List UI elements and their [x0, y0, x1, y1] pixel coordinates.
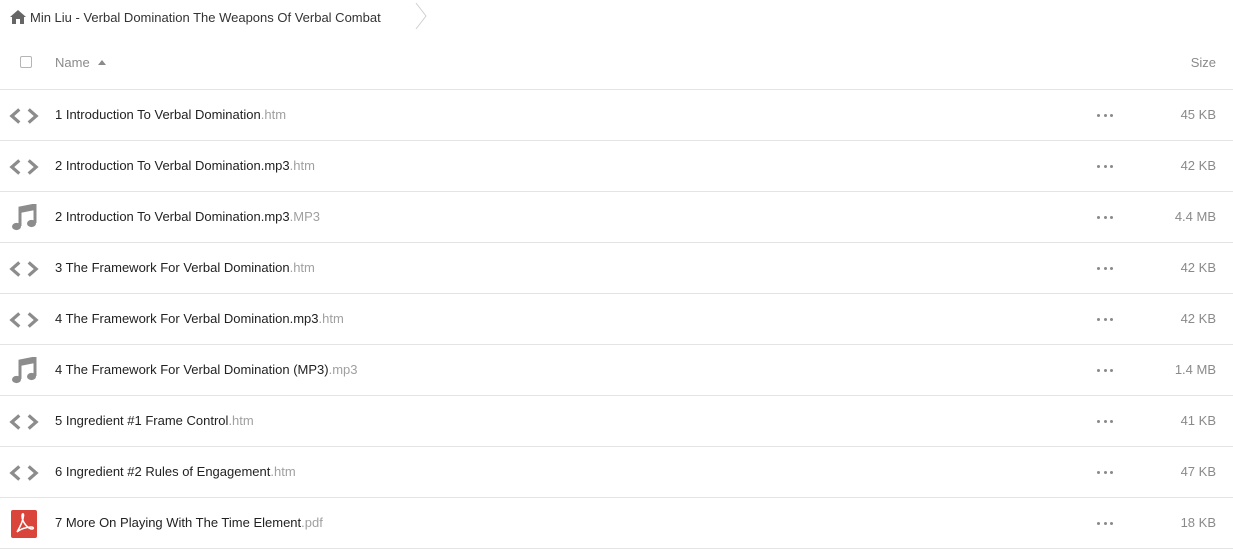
code-icon [9, 153, 39, 181]
file-extension: .htm [260, 107, 287, 122]
file-list-header: Name Size [0, 34, 1233, 90]
code-icon [9, 255, 39, 283]
more-actions-icon[interactable] [1097, 214, 1113, 220]
music-icon [9, 357, 39, 385]
code-icon [9, 459, 39, 487]
breadcrumb-title[interactable]: Min Liu - Verbal Domination The Weapons … [30, 10, 381, 25]
code-icon [9, 408, 39, 436]
file-basename: 2 Introduction To Verbal Domination.mp3 [55, 209, 290, 224]
file-extension: .MP3 [289, 209, 320, 224]
file-name[interactable]: 3 The Framework For Verbal Domination.ht… [55, 260, 315, 275]
file-extension: .mp3 [328, 362, 358, 377]
file-size: 42 KB [1180, 311, 1216, 326]
file-extension: .htm [270, 464, 296, 479]
file-basename: 1 Introduction To Verbal Domination [55, 107, 261, 122]
home-icon[interactable] [10, 10, 26, 24]
file-size: 47 KB [1180, 464, 1216, 479]
file-row[interactable]: 2 Introduction To Verbal Domination.mp3.… [0, 192, 1233, 243]
file-basename: 2 Introduction To Verbal Domination.mp3 [55, 158, 290, 173]
file-name[interactable]: 7 More On Playing With The Time Element.… [55, 515, 323, 530]
file-name[interactable]: 2 Introduction To Verbal Domination.mp3.… [55, 209, 320, 224]
file-basename: 3 The Framework For Verbal Domination [55, 260, 290, 275]
file-name[interactable]: 5 Ingredient #1 Frame Control.htm [55, 413, 254, 428]
code-icon [9, 102, 39, 130]
more-actions-icon[interactable] [1097, 367, 1113, 373]
file-basename: 4 The Framework For Verbal Domination (M… [55, 362, 329, 377]
file-basename: 7 More On Playing With The Time Element [55, 515, 302, 530]
code-icon [9, 306, 39, 334]
file-row[interactable]: 1 Introduction To Verbal Domination.htm 4… [0, 90, 1233, 141]
more-actions-icon[interactable] [1097, 163, 1113, 169]
sort-ascending-icon [97, 59, 106, 65]
file-name[interactable]: 2 Introduction To Verbal Domination.mp3.… [55, 158, 315, 173]
file-extension: .htm [289, 260, 315, 275]
column-header-size[interactable]: Size [1191, 55, 1216, 70]
file-row[interactable]: 4 The Framework For Verbal Domination (M… [0, 345, 1233, 396]
more-actions-icon[interactable] [1097, 112, 1113, 118]
file-extension: .htm [289, 158, 315, 173]
file-size: 1.4 MB [1174, 362, 1216, 377]
file-extension: .pdf [301, 515, 323, 530]
file-row[interactable]: 2 Introduction To Verbal Domination.mp3.… [0, 141, 1233, 192]
file-row[interactable]: 5 Ingredient #1 Frame Control.htm 41 KB [0, 396, 1233, 447]
music-icon [9, 204, 39, 232]
file-name[interactable]: 1 Introduction To Verbal Domination.htm [55, 107, 286, 122]
file-size: 41 KB [1180, 413, 1216, 428]
file-name[interactable]: 4 The Framework For Verbal Domination (M… [55, 362, 357, 377]
file-basename: 5 Ingredient #1 Frame Control [55, 413, 229, 428]
breadcrumb: Min Liu - Verbal Domination The Weapons … [0, 0, 1233, 34]
file-list: 1 Introduction To Verbal Domination.htm 4… [0, 90, 1233, 549]
file-size: 42 KB [1180, 158, 1216, 173]
file-basename: 4 The Framework For Verbal Domination.mp… [55, 311, 319, 326]
column-header-name[interactable]: Name [55, 55, 106, 70]
select-all-checkbox[interactable] [20, 56, 32, 68]
file-name[interactable]: 6 Ingredient #2 Rules of Engagement.htm [55, 464, 296, 479]
file-row[interactable]: 3 The Framework For Verbal Domination.ht… [0, 243, 1233, 294]
file-name[interactable]: 4 The Framework For Verbal Domination.mp… [55, 311, 344, 326]
file-basename: 6 Ingredient #2 Rules of Engagement [55, 464, 271, 479]
more-actions-icon[interactable] [1097, 316, 1113, 322]
file-size: 18 KB [1180, 515, 1216, 530]
more-actions-icon[interactable] [1097, 418, 1113, 424]
file-size: 42 KB [1180, 260, 1216, 275]
file-row[interactable]: 6 Ingredient #2 Rules of Engagement.htm 4… [0, 447, 1233, 498]
pdf-icon [9, 510, 39, 538]
file-extension: .htm [318, 311, 344, 326]
file-row[interactable]: 7 More On Playing With The Time Element.… [0, 498, 1233, 549]
file-size: 45 KB [1180, 107, 1216, 122]
file-extension: .htm [228, 413, 254, 428]
column-name-label: Name [55, 55, 90, 70]
more-actions-icon[interactable] [1097, 520, 1113, 526]
more-actions-icon[interactable] [1097, 265, 1113, 271]
file-row[interactable]: 4 The Framework For Verbal Domination.mp… [0, 294, 1233, 345]
more-actions-icon[interactable] [1097, 469, 1113, 475]
breadcrumb-separator-icon [415, 2, 427, 30]
file-size: 4.4 MB [1174, 209, 1216, 224]
